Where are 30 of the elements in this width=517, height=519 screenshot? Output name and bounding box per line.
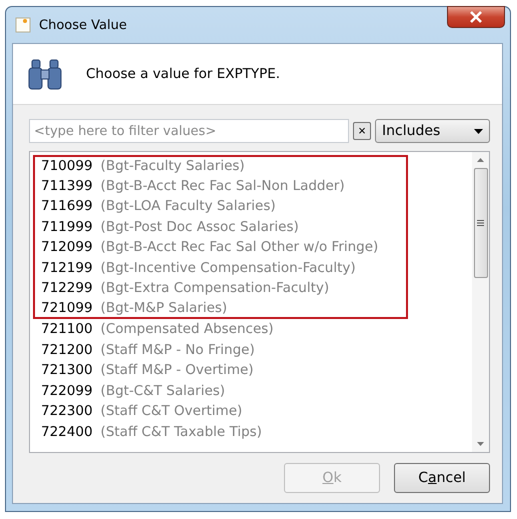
- cancel-button[interactable]: Cancel: [394, 463, 490, 493]
- list-item[interactable]: 712099 (Bgt-B-Acct Rec Fac Sal Other w/o Fringe): [33, 237, 408, 258]
- list-item[interactable]: 722300 (Staff C&T Overtime): [33, 401, 408, 422]
- match-mode-dropdown[interactable]: Includes: [375, 119, 490, 143]
- close-button[interactable]: [447, 6, 505, 28]
- close-icon: [469, 11, 483, 23]
- list-item[interactable]: 712299 (Bgt-Extra Compensation-Faculty): [33, 278, 408, 298]
- window-title: Choose Value: [39, 18, 127, 32]
- scroll-down-icon: [477, 442, 484, 446]
- list-item[interactable]: 711399 (Bgt-B-Acct Rec Fac Sal-Non Ladder): [33, 176, 408, 196]
- list-item[interactable]: 721200 (Staff M&P - No Fringe): [33, 340, 408, 360]
- list-item[interactable]: 711999 (Bgt-Post Doc Assoc Salaries): [33, 216, 408, 237]
- app-icon: [15, 17, 31, 33]
- dropdown-arrow-icon: [474, 128, 483, 134]
- list-item[interactable]: 710099 (Bgt-Faculty Salaries): [33, 155, 408, 176]
- scroll-up-icon: [477, 158, 484, 162]
- scrollbar[interactable]: [472, 152, 489, 452]
- list-item[interactable]: 711699 (Bgt-LOA Faculty Salaries): [33, 196, 408, 216]
- list-item[interactable]: 712199 (Bgt-Incentive Compensation-Faculty): [33, 258, 408, 278]
- list-item[interactable]: 721099 (Bgt-M&P Salaries): [33, 298, 408, 319]
- binoculars-icon: [28, 57, 62, 91]
- grip-icon: [477, 220, 484, 226]
- clear-button[interactable]: ×: [353, 122, 371, 140]
- list-item[interactable]: 721300 (Staff M&P - Overtime): [33, 360, 408, 380]
- scroll-thumb[interactable]: [474, 168, 488, 278]
- prompt-text: Choose a value for EXPTYPE.: [86, 66, 280, 82]
- list-item[interactable]: 721100 (Compensated Absences): [33, 319, 408, 340]
- filter-field[interactable]: <type here to filter values>: [29, 119, 349, 143]
- list-item[interactable]: 722099 (Bgt-C&T Salaries): [33, 380, 408, 401]
- list-item[interactable]: 722400 (Staff C&T Taxable Tips): [33, 422, 408, 442]
